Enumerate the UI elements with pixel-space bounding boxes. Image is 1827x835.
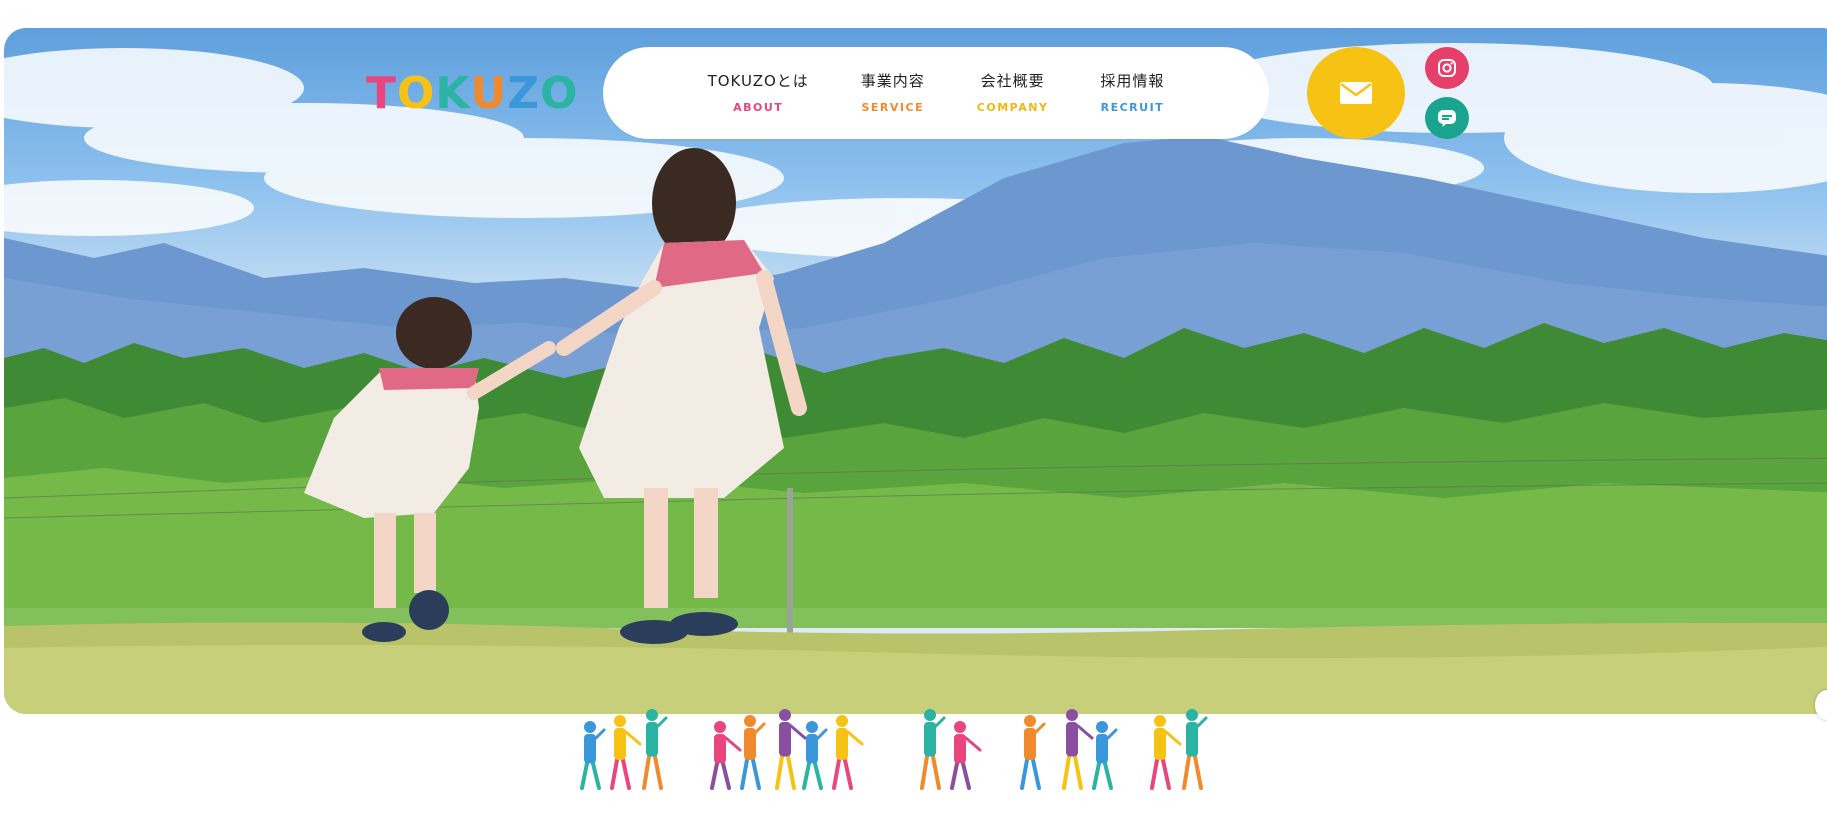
logo-letter: K xyxy=(435,68,471,119)
nav-item-recruit[interactable]: 採用情報 RECRUIT xyxy=(1100,72,1164,114)
nav-item-label-en: SERVICE xyxy=(861,101,925,114)
logo-letter: T xyxy=(366,68,398,119)
mail-envelope-icon xyxy=(1340,82,1372,104)
page: TOKUZO TOKUZOとは ABOUT 事業内容 SERVICE 会社概要 … xyxy=(0,0,1827,835)
person-figure xyxy=(642,709,668,790)
logo-letter: O xyxy=(397,68,436,119)
walking-people-illustration xyxy=(580,709,1208,790)
nav-item-about[interactable]: TOKUZOとは ABOUT xyxy=(708,72,809,114)
person-figure xyxy=(1092,721,1118,790)
nav-item-label-en: ABOUT xyxy=(733,101,784,114)
person-figure xyxy=(802,721,828,790)
person-figure xyxy=(610,715,642,790)
logo-letter: O xyxy=(540,68,579,119)
main-nav: TOKUZOとは ABOUT 事業内容 SERVICE 会社概要 COMPANY… xyxy=(603,47,1269,139)
person-figure xyxy=(1062,709,1094,790)
site-logo[interactable]: TOKUZO xyxy=(366,72,579,116)
person-figure xyxy=(1150,715,1182,790)
person-figure xyxy=(710,721,742,790)
nav-item-label-jp: 会社概要 xyxy=(980,72,1045,90)
instagram-icon xyxy=(1438,59,1456,77)
nav-item-service[interactable]: 事業内容 SERVICE xyxy=(861,72,925,114)
line-chat-icon xyxy=(1438,110,1456,127)
person-figure xyxy=(775,709,807,790)
nav-item-label-jp: 採用情報 xyxy=(1100,72,1165,90)
person-figure xyxy=(832,715,864,790)
person-figure xyxy=(580,721,606,790)
person-figure xyxy=(1182,709,1208,790)
line-button[interactable] xyxy=(1425,97,1469,139)
person-figure xyxy=(950,721,982,790)
nav-item-label-en: COMPANY xyxy=(976,101,1049,114)
nav-item-label-jp: 事業内容 xyxy=(860,72,925,90)
nav-item-label-en: RECRUIT xyxy=(1100,101,1165,114)
nav-item-label-jp: TOKUZOとは xyxy=(707,72,809,90)
nav-item-company[interactable]: 会社概要 COMPANY xyxy=(977,72,1049,114)
contact-mail-button[interactable] xyxy=(1307,47,1405,139)
person-figure xyxy=(920,709,946,790)
instagram-button[interactable] xyxy=(1425,47,1469,89)
logo-letter: Z xyxy=(507,68,541,119)
logo-letter: U xyxy=(470,68,508,119)
scroll-indicator[interactable] xyxy=(1815,690,1827,720)
person-figure xyxy=(1020,715,1046,790)
person-figure xyxy=(740,715,766,790)
